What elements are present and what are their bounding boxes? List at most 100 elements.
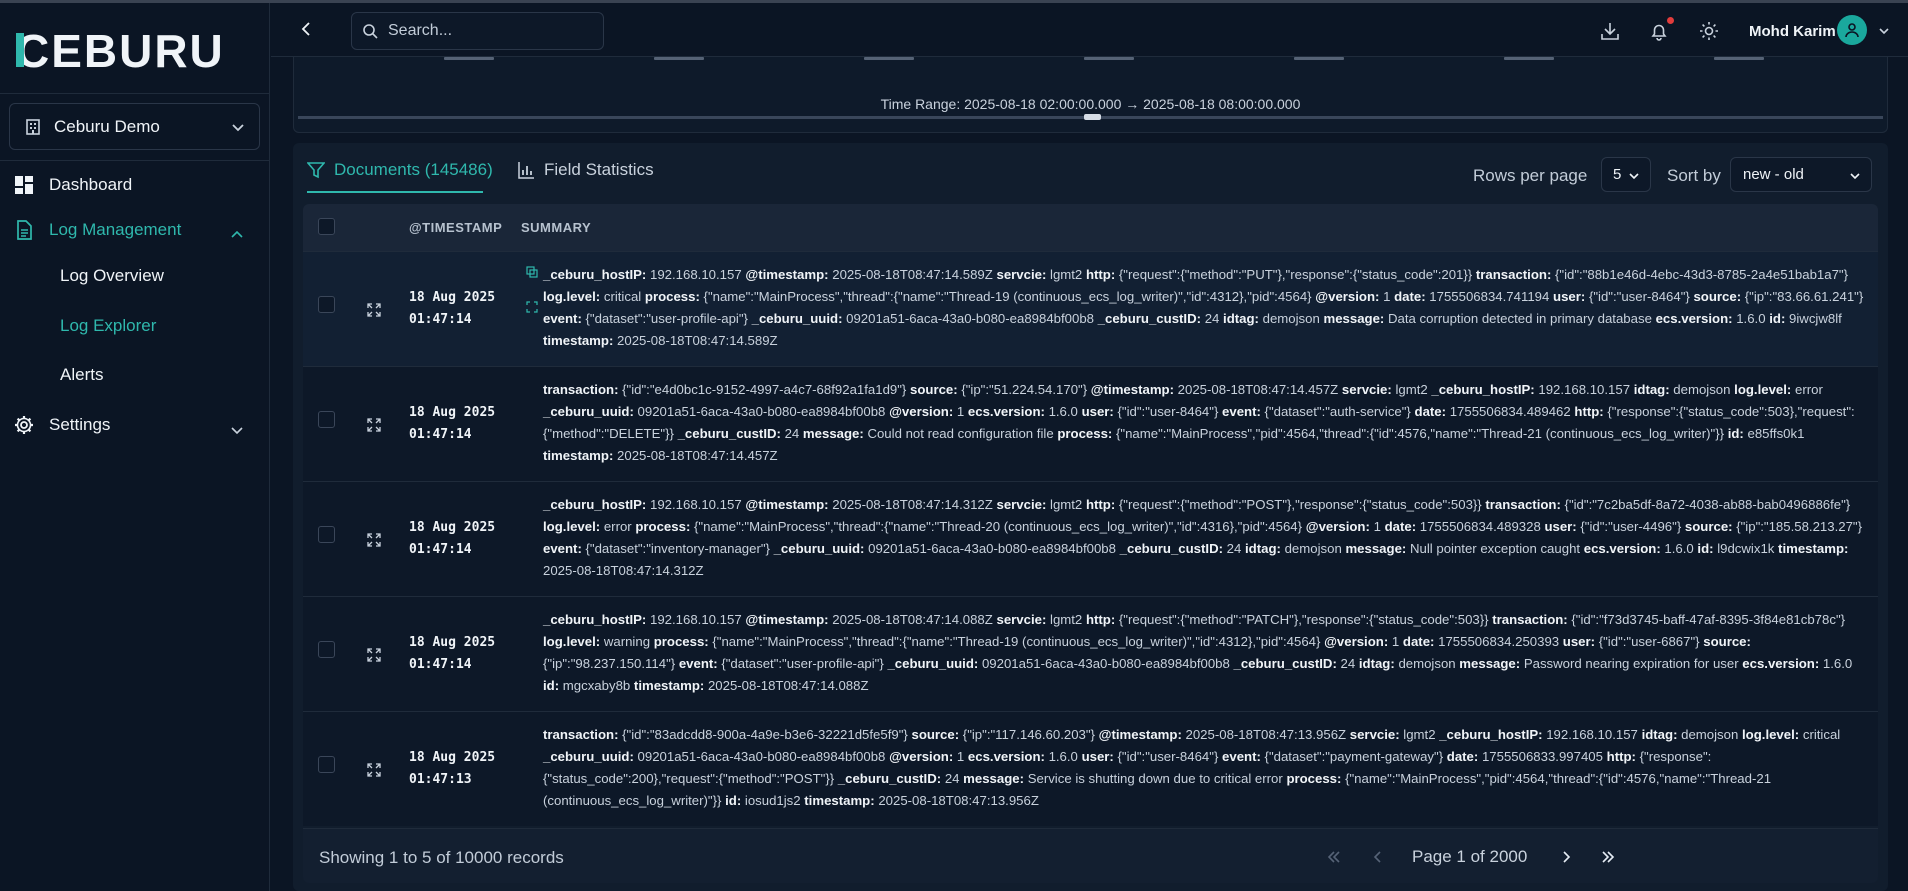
expand-icon[interactable]	[526, 301, 538, 313]
download-icon[interactable]	[1600, 21, 1620, 41]
search-box[interactable]	[351, 12, 604, 50]
column-header-timestamp[interactable]: @TIMESTAMP	[409, 220, 502, 235]
sidebar-item-label: Settings	[49, 415, 111, 434]
chevron-left-icon[interactable]	[299, 21, 313, 37]
documents-panel: Documents (145486) Field Statistics Rows…	[293, 143, 1888, 891]
summary-field-key: timestamp:	[804, 793, 875, 808]
summary-field-value: {"id":"user-4496"}	[1580, 519, 1682, 534]
expand-icon[interactable]	[367, 303, 381, 317]
row-checkbox[interactable]	[318, 641, 335, 658]
sidebar-item-log-management[interactable]: Log Management	[14, 220, 181, 240]
expand-icon[interactable]	[367, 763, 381, 777]
axis-tick	[654, 57, 704, 60]
summary-field-value: {"dataset":"user-profile-api"}	[585, 311, 748, 326]
filter-icon	[307, 162, 325, 179]
sidebar-item-dashboard[interactable]: Dashboard	[14, 175, 132, 195]
avatar[interactable]	[1837, 15, 1867, 45]
summary-field-key: idtag:	[1358, 656, 1395, 671]
organization-name: Ceburu Demo	[54, 116, 160, 136]
summary-field-key: log.level:	[1742, 727, 1800, 742]
column-header-summary[interactable]: SUMMARY	[521, 220, 591, 235]
sort-by-select[interactable]: new - old	[1730, 157, 1872, 192]
table-row[interactable]: 18 Aug 2025 01:47:14 _ceburu_hostIP: 192.1…	[303, 596, 1878, 711]
summary-field-key: source:	[1684, 519, 1733, 534]
summary-field-value: 2025-08-18T08:47:13.956Z	[878, 793, 1039, 808]
next-page-icon[interactable]	[1558, 849, 1574, 865]
summary-field-key: @version:	[889, 749, 954, 764]
summary-field-key: idtag:	[1641, 727, 1678, 742]
histogram-axis-remnant	[294, 57, 1887, 65]
summary-field-key: date:	[1446, 749, 1479, 764]
summary-field-value: 09201a51-6aca-43a0-b080-ea8984bf00b8	[846, 311, 1094, 326]
row-checkbox[interactable]	[318, 756, 335, 773]
table-row[interactable]: 18 Aug 2025 01:47:14 transaction: {"id":"e…	[303, 366, 1878, 481]
first-page-icon[interactable]	[1326, 849, 1342, 865]
table-row[interactable]: 18 Aug 2025 01:47:14 _ceburu_hostIP: 192.1…	[303, 251, 1878, 366]
row-checkbox[interactable]	[318, 296, 335, 313]
sort-by-label: Sort by	[1667, 166, 1721, 185]
row-checkbox[interactable]	[318, 411, 335, 428]
summary-field-key: message:	[1459, 656, 1521, 671]
table-row[interactable]: 18 Aug 2025 01:47:14 _ceburu_hostIP: 192.1…	[303, 481, 1878, 596]
summary-field-value: 192.168.10.157	[650, 612, 742, 627]
summary-field-key: transaction:	[543, 727, 619, 742]
select-all-checkbox[interactable]	[318, 218, 335, 235]
tab-field-statistics[interactable]: Field Statistics	[517, 160, 654, 180]
axis-tick	[1714, 57, 1764, 60]
summary-field-key: transaction:	[1492, 612, 1568, 627]
row-actions	[526, 266, 538, 336]
summary-field-value: Null pointer exception caught	[1409, 541, 1581, 556]
ceburu-logo[interactable]: CEBURU	[16, 29, 236, 73]
last-page-icon[interactable]	[1600, 849, 1616, 865]
chevron-down-icon[interactable]	[230, 423, 244, 437]
expand-icon[interactable]	[367, 533, 381, 547]
timestamp-time: 01:47:14	[409, 312, 472, 327]
chevron-up-icon[interactable]	[230, 228, 244, 242]
bell-icon[interactable]	[1649, 21, 1669, 41]
summary-field-key: message:	[963, 771, 1025, 786]
logo-accent-mark	[16, 33, 24, 67]
scrollbar-handle[interactable]	[1084, 114, 1101, 120]
tab-documents[interactable]: Documents (145486)	[307, 160, 493, 180]
summary-field-key: _ceburu_hostIP:	[1431, 382, 1535, 397]
summary-field-key: log.level:	[543, 634, 601, 649]
sidebar-item-log-overview[interactable]: Log Overview	[60, 266, 164, 286]
summary-field-value: {"id":"user-8464"}	[1117, 404, 1219, 419]
records-summary: Showing 1 to 5 of 10000 records	[319, 848, 564, 867]
summary-field-key: process:	[1057, 426, 1113, 441]
user-name[interactable]: Mohd Karim	[1749, 23, 1836, 40]
summary-field-value: {"id":"88b1e46d-4ebc-43d3-8785-2a4e51bab…	[1555, 267, 1848, 282]
sidebar-item-log-explorer[interactable]: Log Explorer	[60, 316, 156, 336]
table-row[interactable]: 18 Aug 2025 01:47:13 transaction: {"id":"8…	[303, 711, 1878, 826]
summary-field-key: _ceburu_uuid:	[543, 749, 634, 764]
copy-icon[interactable]	[526, 266, 538, 278]
expand-icon[interactable]	[367, 418, 381, 432]
organization-selector[interactable]: Ceburu Demo	[9, 103, 260, 150]
summary-field-value: 09201a51-6aca-43a0-b080-ea8984bf00b8	[981, 656, 1230, 671]
summary-field-value: Password nearing expiration for user	[1523, 656, 1739, 671]
summary-field-value: 1755506833.997405	[1481, 749, 1603, 764]
sidebar-item-settings[interactable]: Settings	[14, 415, 110, 435]
sun-icon[interactable]	[1699, 21, 1719, 41]
search-input[interactable]	[388, 22, 588, 40]
sidebar-item-alerts[interactable]: Alerts	[60, 365, 103, 385]
previous-page-icon[interactable]	[1370, 849, 1386, 865]
summary-field-key: event:	[678, 656, 718, 671]
row-summary: transaction: {"id":"83adcdd8-900a-4a9e-b…	[543, 724, 1865, 812]
summary-field-value: 2025-08-18T08:47:14.457Z	[617, 448, 778, 463]
summary-field-key: @timestamp:	[1098, 727, 1182, 742]
summary-field-key: user:	[1553, 289, 1586, 304]
chevron-down-icon[interactable]	[1878, 25, 1890, 37]
summary-field-key: ecs.version:	[967, 404, 1045, 419]
timestamp-date: 18 Aug 2025	[409, 520, 496, 535]
summary-field-value: {"dataset":"inventory-manager"}	[585, 541, 770, 556]
summary-field-value: 192.168.10.157	[1546, 727, 1638, 742]
row-checkbox[interactable]	[318, 526, 335, 543]
expand-icon[interactable]	[367, 648, 381, 662]
rows-per-page-select[interactable]: 5	[1601, 157, 1651, 192]
summary-field-key: id:	[1727, 426, 1744, 441]
rows-per-page-label: Rows per page	[1473, 166, 1588, 185]
summary-field-key: transaction:	[1475, 267, 1552, 282]
summary-field-value: {"ip":"185.58.213.27"}	[1736, 519, 1863, 534]
summary-field-key: event:	[543, 311, 582, 326]
